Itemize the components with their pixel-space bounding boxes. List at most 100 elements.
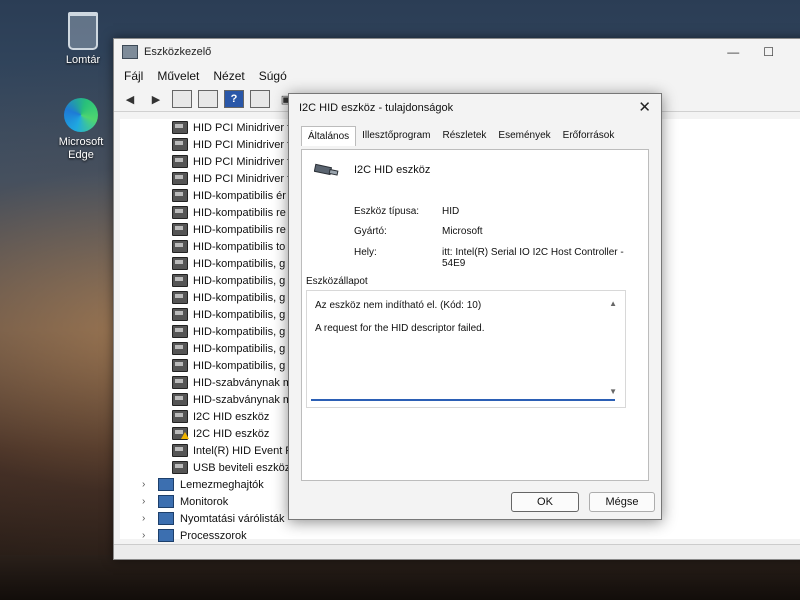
- recycle-bin-icon: [68, 12, 98, 50]
- tree-item-label: USB beviteli eszköz: [193, 461, 291, 474]
- processor-icon: [158, 529, 174, 542]
- back-arrow-icon[interactable]: ◀: [120, 90, 140, 108]
- menu-view[interactable]: Nézet: [213, 69, 244, 83]
- hid-device-icon: [172, 138, 188, 151]
- tab-strip: Általános Illesztőprogram Részletek Esem…: [301, 126, 620, 146]
- tree-item-label: I2C HID eszköz: [193, 427, 270, 440]
- tree-item-hid-device[interactable]: I2C HID eszköz: [172, 425, 269, 442]
- desktop-icon-label: Lomtár: [65, 54, 101, 66]
- tree-item-hid-device[interactable]: Intel(R) HID Event F: [172, 442, 292, 459]
- tab-events[interactable]: Események: [492, 126, 556, 146]
- tree-item-hid-device[interactable]: USB beviteli eszköz: [172, 459, 290, 476]
- tree-item-hid-device[interactable]: HID-kompatibilis ér: [172, 187, 286, 204]
- desktop-icon-recycle-bin[interactable]: Lomtár: [47, 12, 119, 66]
- menu-file[interactable]: Fájl: [124, 69, 143, 83]
- menu-bar: Fájl Művelet Nézet Súgó: [114, 65, 800, 87]
- tree-item-hid-device[interactable]: HID PCI Minidriver f: [172, 119, 290, 136]
- dialog-title: I2C HID eszköz - tulajdonságok: [299, 102, 454, 114]
- menu-action[interactable]: Művelet: [157, 69, 199, 83]
- tree-item-hid-device[interactable]: HID PCI Minidriver f: [172, 153, 290, 170]
- hid-device-icon: [172, 376, 188, 389]
- tree-item-label: HID-kompatibilis, g: [193, 274, 286, 287]
- disk-drive-icon: [158, 478, 174, 491]
- usb-device-icon: [314, 163, 339, 176]
- tree-category[interactable]: › Monitorok: [142, 493, 228, 510]
- tree-item-hid-device[interactable]: HID-kompatibilis re: [172, 221, 286, 238]
- hid-device-icon: [172, 325, 188, 338]
- tree-item-label: HID PCI Minidriver f: [193, 172, 291, 185]
- tab-driver[interactable]: Illesztőprogram: [356, 126, 436, 146]
- tree-item-hid-device[interactable]: HID-kompatibilis, g: [172, 323, 285, 340]
- tree-item-label: HID-kompatibilis, g: [193, 359, 286, 372]
- maximize-icon[interactable]: ☐: [763, 45, 774, 59]
- tree-category[interactable]: › Lemezmeghajtók: [142, 476, 264, 493]
- tree-item-label: HID PCI Minidriver f: [193, 138, 291, 151]
- edge-icon: [64, 98, 98, 132]
- tab-resources[interactable]: Erőforrások: [557, 126, 621, 146]
- hid-device-icon: [172, 410, 188, 423]
- tree-category-label: Lemezmeghajtók: [180, 478, 264, 491]
- device-status-box[interactable]: Az eszköz nem indítható el. (Kód: 10) A …: [306, 290, 626, 408]
- tree-category-label: Monitorok: [180, 495, 229, 508]
- hid-device-icon: [172, 189, 188, 202]
- general-tab-panel: I2C HID eszköz Eszköz típusa: HID Gyártó…: [301, 149, 649, 481]
- device-manager-icon: [122, 45, 138, 59]
- view-icon[interactable]: [250, 90, 270, 108]
- tree-item-hid-device[interactable]: HID-kompatibilis to: [172, 238, 285, 255]
- tab-general[interactable]: Általános: [301, 126, 357, 146]
- warning-device-icon: [172, 427, 189, 440]
- tree-category[interactable]: › Nyomtatási várólisták: [142, 510, 285, 527]
- property-value: HID: [442, 206, 460, 217]
- hid-device-icon: [172, 444, 188, 457]
- screen-bezel: [0, 555, 800, 600]
- tree-item-hid-device[interactable]: HID-szabványnak m: [172, 391, 292, 408]
- expand-chevron-icon[interactable]: ›: [142, 530, 152, 541]
- forward-arrow-icon[interactable]: ▶: [146, 90, 166, 108]
- monitor-icon: [158, 495, 174, 508]
- tree-item-hid-device[interactable]: HID PCI Minidriver f: [172, 136, 290, 153]
- tree-item-hid-device[interactable]: HID-kompatibilis re: [172, 204, 286, 221]
- tree-item-hid-device[interactable]: HID-szabványnak m: [172, 374, 292, 391]
- device-status-title: Eszközállapot: [306, 276, 368, 287]
- tab-details[interactable]: Részletek: [437, 126, 493, 146]
- ok-button[interactable]: OK: [511, 492, 579, 512]
- cancel-button[interactable]: Mégse: [589, 492, 655, 512]
- close-icon[interactable]: ✕: [638, 98, 651, 116]
- hid-device-icon: [172, 359, 188, 372]
- tree-item-label: HID-szabványnak m: [193, 376, 293, 389]
- scroll-down-icon[interactable]: ▼: [609, 387, 617, 396]
- tree-item-hid-device[interactable]: I2C HID eszköz: [172, 408, 269, 425]
- title-bar: Eszközkezelő: [114, 39, 800, 65]
- expand-chevron-icon[interactable]: ›: [142, 496, 152, 507]
- device-name: I2C HID eszköz: [354, 164, 431, 176]
- tree-item-label: HID-kompatibilis to: [193, 240, 286, 253]
- tree-item-label: HID-kompatibilis re: [193, 223, 286, 236]
- hid-device-icon: [172, 393, 188, 406]
- properties-icon[interactable]: [198, 90, 218, 108]
- expand-chevron-icon[interactable]: ›: [142, 479, 152, 490]
- show-hide-tree-icon[interactable]: [172, 90, 192, 108]
- warning-icon: [181, 432, 189, 439]
- tree-item-hid-device[interactable]: HID-kompatibilis, g: [172, 357, 285, 374]
- property-value: itt: Intel(R) Serial IO I2C Host Control…: [442, 247, 624, 269]
- hid-device-icon: [172, 274, 188, 287]
- tree-item-hid-device[interactable]: HID-kompatibilis, g: [172, 255, 285, 272]
- desktop-icon-edge[interactable]: Microsoft Edge: [45, 98, 117, 162]
- scroll-up-icon[interactable]: ▲: [609, 299, 617, 308]
- hid-device-icon: [172, 291, 188, 304]
- help-icon[interactable]: ?: [224, 90, 244, 108]
- tree-category[interactable]: › Processzorok: [142, 527, 247, 544]
- hid-device-icon: [172, 342, 188, 355]
- tree-item-hid-device[interactable]: HID-kompatibilis, g: [172, 340, 285, 357]
- tree-item-label: Intel(R) HID Event F: [193, 444, 293, 457]
- tree-item-label: HID PCI Minidriver f: [193, 121, 291, 134]
- menu-help[interactable]: Súgó: [259, 69, 287, 83]
- tree-item-hid-device[interactable]: HID-kompatibilis, g: [172, 306, 285, 323]
- hid-device-icon: [172, 155, 188, 168]
- tree-item-hid-device[interactable]: HID PCI Minidriver f: [172, 170, 290, 187]
- hid-device-icon: [172, 308, 188, 321]
- tree-item-hid-device[interactable]: HID-kompatibilis, g: [172, 272, 285, 289]
- tree-item-hid-device[interactable]: HID-kompatibilis, g: [172, 289, 285, 306]
- expand-chevron-icon[interactable]: ›: [142, 513, 152, 524]
- minimize-icon[interactable]: —: [727, 45, 739, 59]
